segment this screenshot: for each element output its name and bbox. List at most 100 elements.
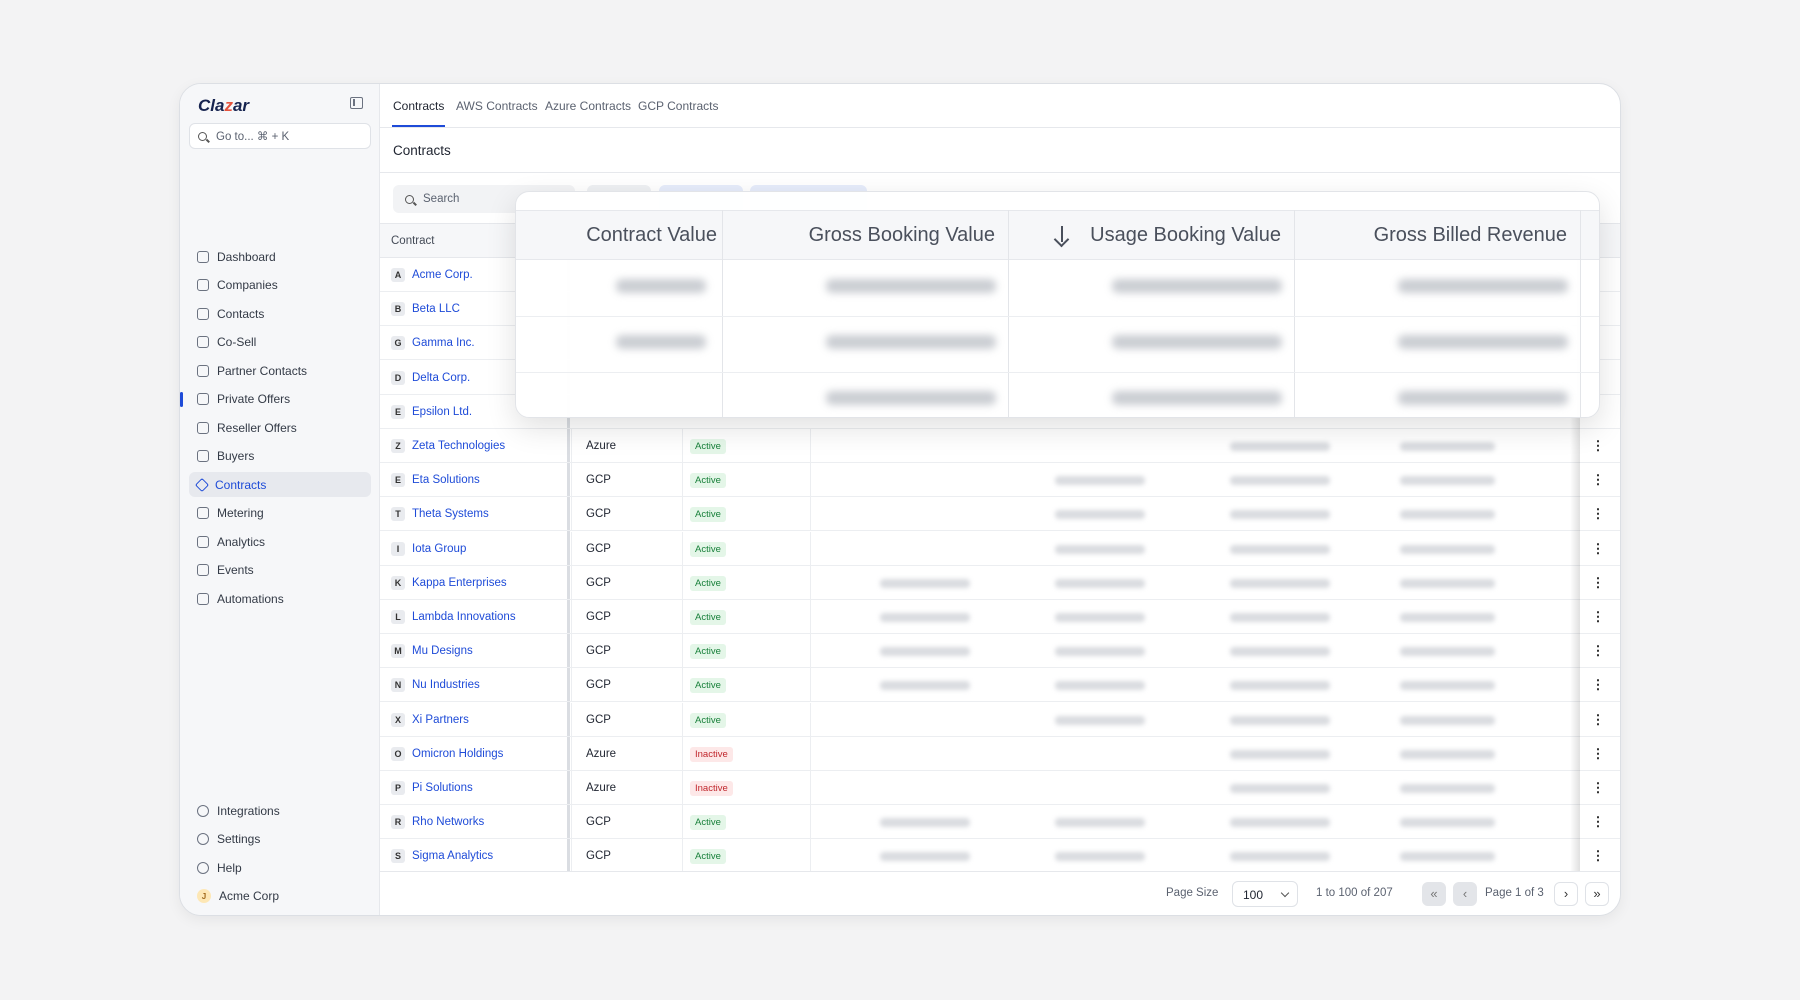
row-actions-menu-icon[interactable]: ⋮ [1590,814,1606,830]
contract-name-link[interactable]: Omicron Holdings [412,748,503,760]
redacted-value [1230,613,1330,622]
contract-name-link[interactable]: Theta Systems [412,508,489,520]
tab-azure-contracts[interactable]: Azure Contracts [545,99,631,113]
contract-name-link[interactable]: Eta Solutions [412,474,480,486]
sidebar-item-buyers[interactable]: Buyers [189,444,371,469]
prev-page-button[interactable]: ‹ [1453,882,1477,906]
redacted-value [1230,715,1330,725]
sidebar-collapse-icon[interactable] [350,97,363,109]
row-actions-menu-icon[interactable]: ⋮ [1590,643,1606,659]
contract-name-link[interactable]: Kappa Enterprises [412,577,507,589]
sidebar-item-automations[interactable]: Automations [189,586,371,611]
row-actions-menu-icon[interactable]: ⋮ [1590,472,1606,488]
row-actions-menu-icon[interactable]: ⋮ [1590,712,1606,728]
table-row[interactable]: R Rho Networks GCP Active ⋮ [380,805,1620,840]
column-header-contract[interactable]: Contract [391,235,434,247]
table-row[interactable]: X Xi Partners GCP Active ⋮ [380,702,1620,737]
status-badge: Inactive [690,781,733,796]
sidebar-item-partner-contacts[interactable]: Partner Contacts [189,358,371,383]
table-row[interactable]: M Mu Designs GCP Active ⋮ [380,634,1620,669]
table-row[interactable]: S Sigma Analytics GCP Active ⋮ [380,839,1620,874]
sidebar-user-account[interactable]: J Acme Corp [189,884,371,909]
redacted-value [1230,442,1330,451]
last-page-button[interactable]: » [1585,882,1609,906]
table-row[interactable]: O Omicron Holdings Azure Inactive ⋮ [380,736,1620,771]
page-size-select[interactable]: 100 [1232,881,1298,907]
sidebar-item-help[interactable]: Help [189,855,371,880]
table-row[interactable]: K Kappa Enterprises GCP Active ⋮ [380,565,1620,600]
sidebar-item-contracts[interactable]: Contracts [189,472,371,497]
contract-name-link[interactable]: Mu Designs [412,645,473,657]
status-badge: Active [690,575,726,591]
contract-name-link[interactable]: Acme Corp. [412,269,473,281]
contract-name-link[interactable]: Lambda Innovations [412,611,516,623]
table-row[interactable]: Z Zeta Technologies Azure Active ⋮ [380,429,1620,463]
contract-name-link[interactable]: Rho Networks [412,816,484,828]
sidebar-item-settings[interactable]: Settings [189,827,371,852]
contract-name-link[interactable]: Gamma Inc. [412,337,475,349]
sidebar-item-co-sell[interactable]: Co-Sell [189,330,371,355]
redacted-value [616,279,706,293]
table-row[interactable]: I Iota Group GCP Active ⋮ [380,531,1620,566]
table-row[interactable]: E Eta Solutions GCP Active ⋮ [380,463,1620,498]
contract-name-link[interactable]: Sigma Analytics [412,850,493,862]
next-page-button[interactable]: › [1554,882,1578,906]
tab-contracts[interactable]: Contracts [393,99,444,113]
row-actions-menu-icon[interactable]: ⋮ [1590,541,1606,557]
sidebar-item-integrations[interactable]: Integrations [189,798,371,823]
company-initial-badge: E [391,473,405,488]
tab-aws-contracts[interactable]: AWS Contracts [456,99,538,113]
sidebar-item-private-offers[interactable]: Private Offers [189,387,371,412]
row-actions-menu-icon[interactable]: ⋮ [1590,438,1606,454]
table-row[interactable]: N Nu Industries GCP Active ⋮ [380,668,1620,703]
sort-arrow-down-icon[interactable] [1061,226,1063,242]
table-row[interactable]: T Theta Systems GCP Active ⋮ [380,497,1620,532]
marketplace-cell: GCP [586,576,611,589]
contract-name-link[interactable]: Xi Partners [412,714,469,726]
sidebar-item-contacts[interactable]: Contacts [189,301,371,326]
contract-name-link[interactable]: Nu Industries [412,679,480,691]
redacted-value [1398,335,1568,349]
column-header-gross-booking-value[interactable]: Gross Booking Value [809,224,995,247]
contacts-icon [197,307,209,320]
redacted-value [1400,442,1495,451]
redacted-value [1400,578,1495,588]
sidebar-item-companies[interactable]: Companies [189,273,371,298]
row-actions-menu-icon[interactable]: ⋮ [1590,677,1606,693]
redacted-value [1230,784,1330,793]
row-actions-menu-icon[interactable]: ⋮ [1590,506,1606,522]
company-initial-badge: R [391,815,405,830]
column-header-contract-value[interactable]: Contract Value [586,224,717,247]
sidebar-item-dashboard[interactable]: Dashboard [189,244,371,269]
tab-underline [392,125,445,127]
tab-gcp-contracts[interactable]: GCP Contracts [638,99,718,113]
redacted-value [880,852,970,862]
row-actions-menu-icon[interactable]: ⋮ [1590,780,1606,796]
sidebar-item-events[interactable]: Events [189,558,371,583]
contract-name-link[interactable]: Pi Solutions [412,782,473,794]
row-actions-menu-icon[interactable]: ⋮ [1590,848,1606,864]
clazar-logo[interactable]: Clazar [198,96,249,116]
page-indicator: Page 1 of 3 [1485,887,1544,899]
column-header-usage-booking-value[interactable]: Usage Booking Value [1090,224,1281,247]
contract-name-link[interactable]: Delta Corp. [412,372,470,384]
table-row[interactable]: P Pi Solutions Azure Inactive ⋮ [380,771,1620,805]
sidebar-item-analytics[interactable]: Analytics [189,529,371,554]
company-initial-badge: I [391,541,405,556]
contract-name-link[interactable]: Beta LLC [412,303,460,315]
contract-name-link[interactable]: Epsilon Ltd. [412,406,472,418]
column-header-gross-billed-revenue[interactable]: Gross Billed Revenue [1374,224,1567,247]
table-row[interactable]: L Lambda Innovations GCP Active ⋮ [380,600,1620,634]
sidebar-item-metering[interactable]: Metering [189,501,371,526]
gauge-icon [197,507,209,519]
row-actions-menu-icon[interactable]: ⋮ [1590,575,1606,591]
row-actions-menu-icon[interactable]: ⋮ [1590,609,1606,625]
events-icon [197,564,209,576]
company-initial-badge: E [391,404,405,419]
contract-name-link[interactable]: Zeta Technologies [412,440,505,452]
first-page-button[interactable]: « [1422,882,1446,906]
contract-name-link[interactable]: Iota Group [412,543,466,555]
row-actions-menu-icon[interactable]: ⋮ [1590,746,1606,762]
goto-search-input[interactable]: Go to... ⌘ + K [189,123,371,149]
sidebar-item-reseller-offers[interactable]: Reseller Offers [189,415,371,440]
